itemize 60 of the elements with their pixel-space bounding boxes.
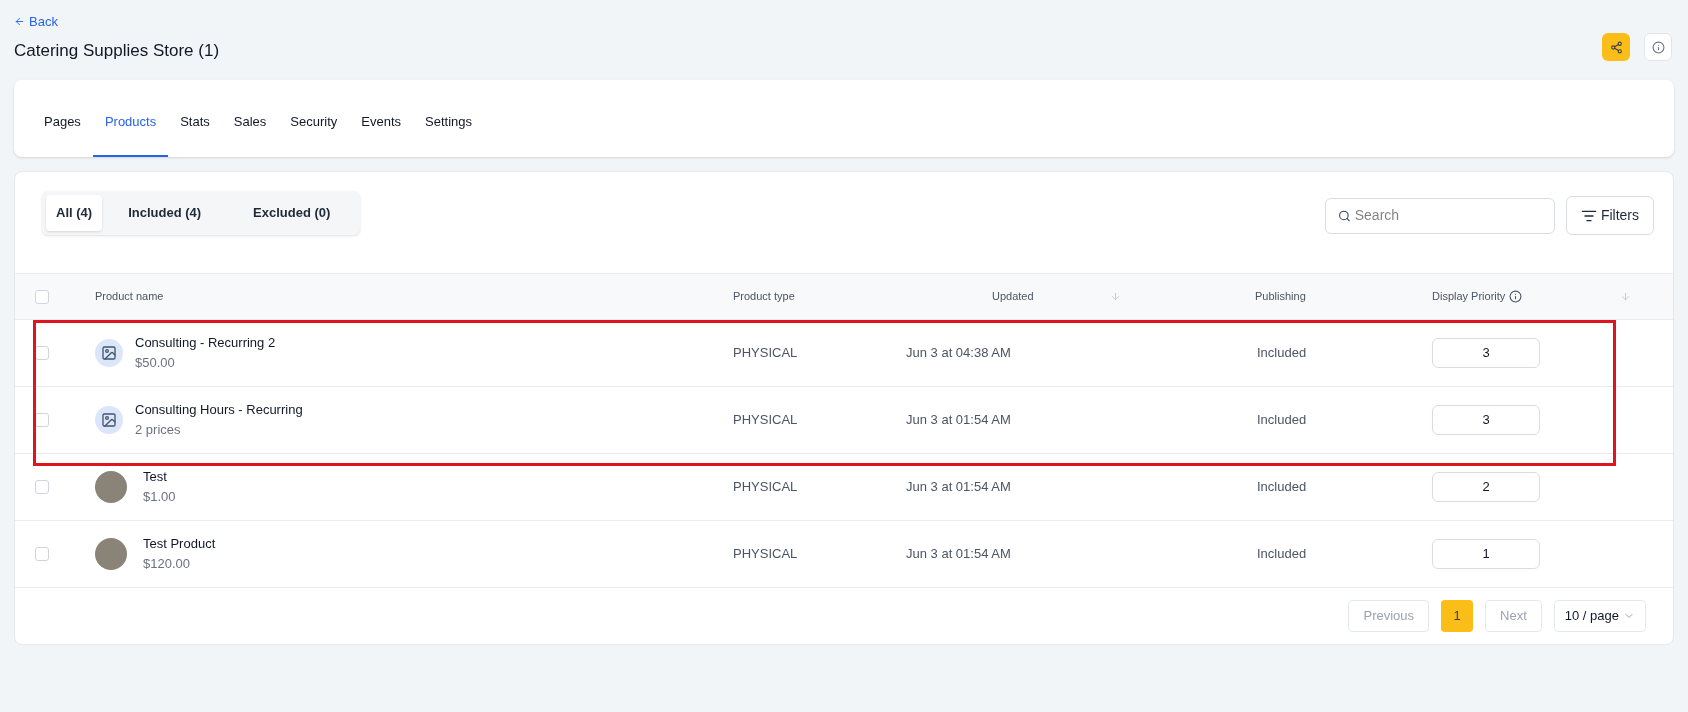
table-cell-text: Jun 3 at 01:54 AM [906, 411, 1012, 430]
table-cell-text: PHYSICAL [733, 344, 799, 363]
column-header[interactable]: Display Priority [1432, 288, 1506, 305]
info-button[interactable] [1644, 33, 1672, 61]
table-cell-text: Included [1256, 545, 1308, 564]
product-name[interactable]: Test [143, 467, 176, 487]
table-cell-text: Included [1256, 344, 1308, 363]
product-name[interactable]: Consulting - Recurring 2 [135, 333, 276, 353]
filter-tab[interactable]: All (4) [46, 194, 103, 231]
nav-tab[interactable]: Products [92, 103, 169, 157]
search-field[interactable]: Search [1324, 197, 1555, 234]
select-all-checkbox[interactable] [35, 289, 49, 304]
share-icon [1609, 40, 1623, 54]
row-checkbox[interactable] [35, 547, 49, 561]
nav-tab[interactable]: Stats [168, 103, 222, 157]
product-price: $120.00 [143, 555, 191, 573]
nav-tab[interactable]: Events [349, 103, 414, 157]
product-price: $50.00 [135, 354, 176, 372]
filter-tab[interactable]: Included (4) [102, 194, 228, 231]
info-icon[interactable] [1509, 290, 1523, 303]
column-header[interactable]: Publishing [1161, 288, 1381, 305]
arrow-left-icon [14, 16, 25, 28]
table-cell-text: Jun 3 at 01:54 AM [906, 545, 1012, 564]
nav-tab[interactable]: Pages [32, 103, 93, 157]
priority-input[interactable]: 1 [1432, 539, 1540, 569]
column-header[interactable]: Product name [95, 288, 733, 305]
nav-tab[interactable]: Security [278, 103, 350, 157]
table-cell-text: PHYSICAL [733, 545, 799, 564]
page-button[interactable]: 1 [1441, 600, 1474, 632]
photo-placeholder [95, 471, 127, 503]
product-name[interactable]: Test Product [143, 534, 216, 554]
filters-button[interactable]: Filters [1565, 196, 1654, 235]
page-size-select[interactable]: 10 / page [1553, 600, 1646, 632]
priority-input[interactable]: 2 [1432, 472, 1540, 502]
column-header[interactable]: Updated [992, 288, 1034, 305]
table-cell-text: Included [1256, 478, 1308, 497]
share-button[interactable] [1602, 33, 1630, 61]
table-cell-text: Included [1256, 411, 1308, 430]
table-cell-text: PHYSICAL [733, 478, 799, 497]
search-input[interactable]: Search [1354, 205, 1542, 226]
priority-input[interactable]: 3 [1432, 338, 1540, 368]
product-price: $1.00 [143, 488, 176, 506]
filter-tab[interactable]: Excluded (0) [227, 194, 357, 231]
product-name[interactable]: Consulting Hours - Recurring [135, 400, 303, 420]
table-cell-text: PHYSICAL [733, 411, 799, 430]
back-link[interactable]: Back [14, 12, 220, 32]
product-price: 2 prices [135, 421, 182, 439]
table-cell-text: Jun 3 at 04:38 AM [906, 344, 1012, 363]
row-checkbox[interactable] [35, 480, 49, 494]
table-cell-text: Jun 3 at 01:54 AM [906, 478, 1012, 497]
image-icon [101, 345, 117, 361]
image-icon [101, 412, 117, 428]
nav-tab[interactable]: Sales [221, 103, 279, 157]
photo-placeholder [95, 538, 127, 570]
column-header[interactable]: Product type [733, 288, 906, 305]
priority-input[interactable]: 3 [1432, 405, 1540, 435]
nav-tab[interactable]: Settings [413, 103, 485, 157]
search-icon [1337, 208, 1351, 223]
page-title: Catering Supplies Store (1) [14, 39, 220, 62]
info-icon [1651, 40, 1665, 54]
